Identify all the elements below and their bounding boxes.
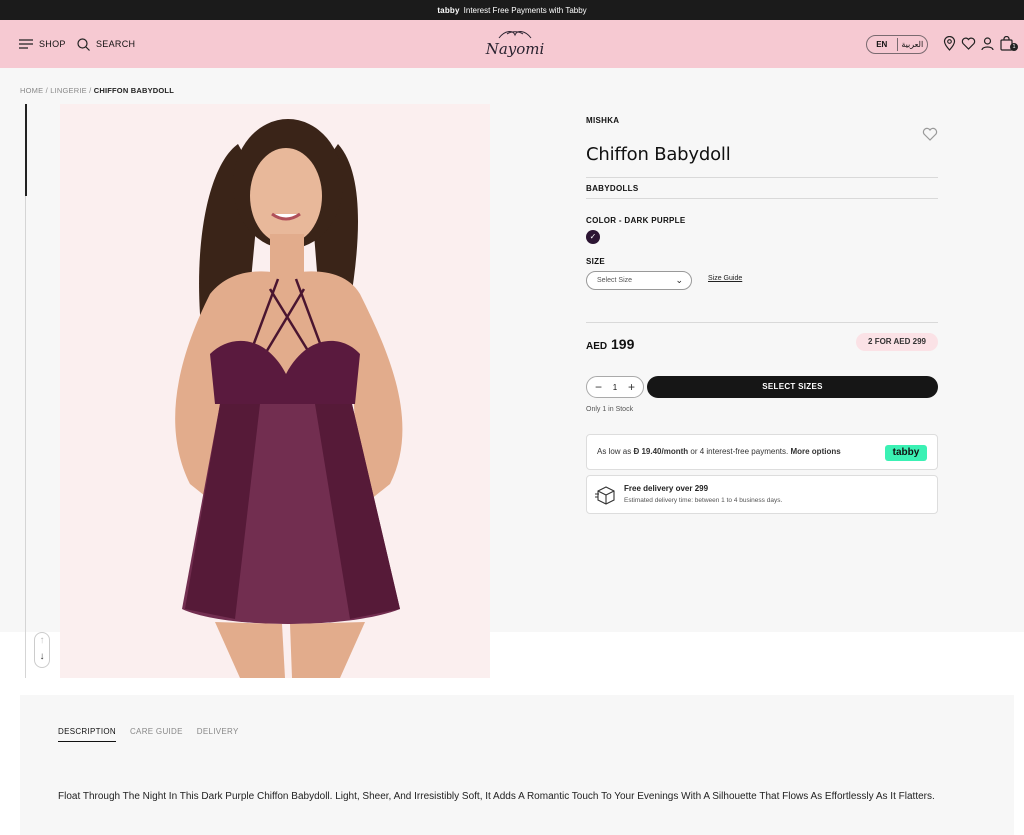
size-label: SIZE: [586, 257, 605, 266]
size-guide-link[interactable]: Size Guide: [708, 275, 742, 282]
site-logo[interactable]: Nayomi: [480, 28, 550, 60]
description-panel: [20, 695, 1014, 835]
logo-text: Nayomi: [485, 40, 545, 58]
tabby-prefix: As low as: [597, 447, 632, 456]
tab-delivery[interactable]: DELIVERY: [197, 727, 239, 742]
quantity-value: 1: [612, 382, 618, 392]
gallery-nav-arrows: ↑ ↓: [34, 632, 50, 668]
divider: [586, 198, 938, 199]
delivery-info-box: Free delivery over 299 Estimated deliver…: [586, 475, 938, 514]
delivery-box-icon: [595, 486, 615, 505]
arrow-down-icon[interactable]: ↓: [35, 649, 49, 665]
breadcrumb-separator: /: [89, 86, 92, 95]
plus-icon[interactable]: +: [628, 380, 635, 394]
lang-en[interactable]: EN: [867, 38, 898, 51]
tab-care-guide[interactable]: CARE GUIDE: [130, 727, 183, 742]
chevron-down-icon: ⌄: [675, 275, 683, 285]
arrow-up-icon[interactable]: ↑: [35, 633, 49, 649]
color-label: COLOR - DARK PURPLE: [586, 216, 686, 225]
tabby-middle: or 4 interest-free payments.: [690, 447, 789, 456]
breadcrumb: HOME / LINGERIE / CHIFFON BABYDOLL: [20, 86, 174, 95]
cart-button[interactable]: 1: [999, 35, 1019, 52]
tabby-more-options-link[interactable]: More options: [790, 447, 840, 456]
search-label: SEARCH: [96, 39, 136, 49]
cart-count-badge: 1: [1010, 43, 1018, 51]
size-select-value: Select Size: [597, 277, 633, 284]
tabby-installments-box[interactable]: As low as Đ 19.40/month or 4 interest-fr…: [586, 434, 938, 470]
wishlist-heart-icon[interactable]: [961, 36, 976, 51]
delivery-subtitle: Estimated delivery time: between 1 to 4 …: [624, 497, 783, 504]
quantity-stepper: − 1 +: [586, 376, 644, 398]
shop-menu-button[interactable]: SHOP: [19, 20, 66, 68]
product-description: Float Through The Night In This Dark Pur…: [58, 791, 935, 802]
site-header: SHOP SEARCH Nayomi EN العربية 1: [0, 20, 1024, 68]
gallery-scroll-thumb[interactable]: [25, 104, 27, 196]
hamburger-icon: [19, 39, 33, 49]
tabby-logo: tabby: [885, 445, 927, 461]
promo-badge[interactable]: 2 FOR AED 299: [856, 333, 938, 351]
lang-ar[interactable]: العربية: [898, 40, 928, 49]
product-brand[interactable]: MISHKA: [586, 116, 619, 125]
model-illustration: [60, 104, 490, 678]
breadcrumb-separator: /: [45, 86, 48, 95]
product-category[interactable]: BABYDOLLS: [586, 184, 638, 193]
size-select[interactable]: Select Size ⌄: [586, 271, 692, 290]
logo-swirl-icon: [498, 31, 532, 39]
tabby-amount: Đ 19.40/month: [633, 447, 689, 456]
product-price: AED 199: [586, 336, 634, 352]
check-icon: ✓: [589, 232, 597, 241]
product-info-tabs: DESCRIPTION CARE GUIDE DELIVERY: [58, 727, 239, 742]
tabby-brand: tabby: [437, 5, 460, 15]
select-sizes-button[interactable]: SELECT SIZES: [647, 376, 938, 398]
search-icon: [77, 37, 90, 51]
product-image[interactable]: [60, 104, 490, 678]
product-title: Chiffon Babydoll: [586, 144, 731, 165]
price-currency: AED: [586, 341, 608, 352]
minus-icon[interactable]: −: [595, 380, 602, 394]
breadcrumb-current: CHIFFON BABYDOLL: [93, 86, 174, 95]
announcement-bar: tabby Interest Free Payments with Tabby: [0, 0, 1024, 20]
wishlist-heart-icon[interactable]: [922, 127, 938, 141]
delivery-title: Free delivery over 299: [624, 484, 709, 493]
stock-note: Only 1 in Stock: [586, 406, 634, 413]
price-value: 199: [611, 336, 635, 352]
color-swatch-dark-purple[interactable]: ✓: [586, 230, 600, 244]
gallery-scroll-track[interactable]: [25, 104, 27, 678]
divider: [586, 322, 938, 323]
divider: [586, 177, 938, 178]
breadcrumb-home[interactable]: HOME: [20, 86, 43, 95]
tab-description[interactable]: DESCRIPTION: [58, 727, 116, 742]
breadcrumb-lingerie[interactable]: LINGERIE: [50, 86, 87, 95]
location-pin-icon[interactable]: [942, 36, 957, 51]
language-switcher: EN العربية: [866, 35, 928, 54]
account-user-icon[interactable]: [980, 36, 995, 51]
search-button[interactable]: SEARCH: [77, 20, 135, 68]
announcement-text: Interest Free Payments with Tabby: [463, 5, 587, 15]
shop-label: SHOP: [39, 39, 66, 49]
